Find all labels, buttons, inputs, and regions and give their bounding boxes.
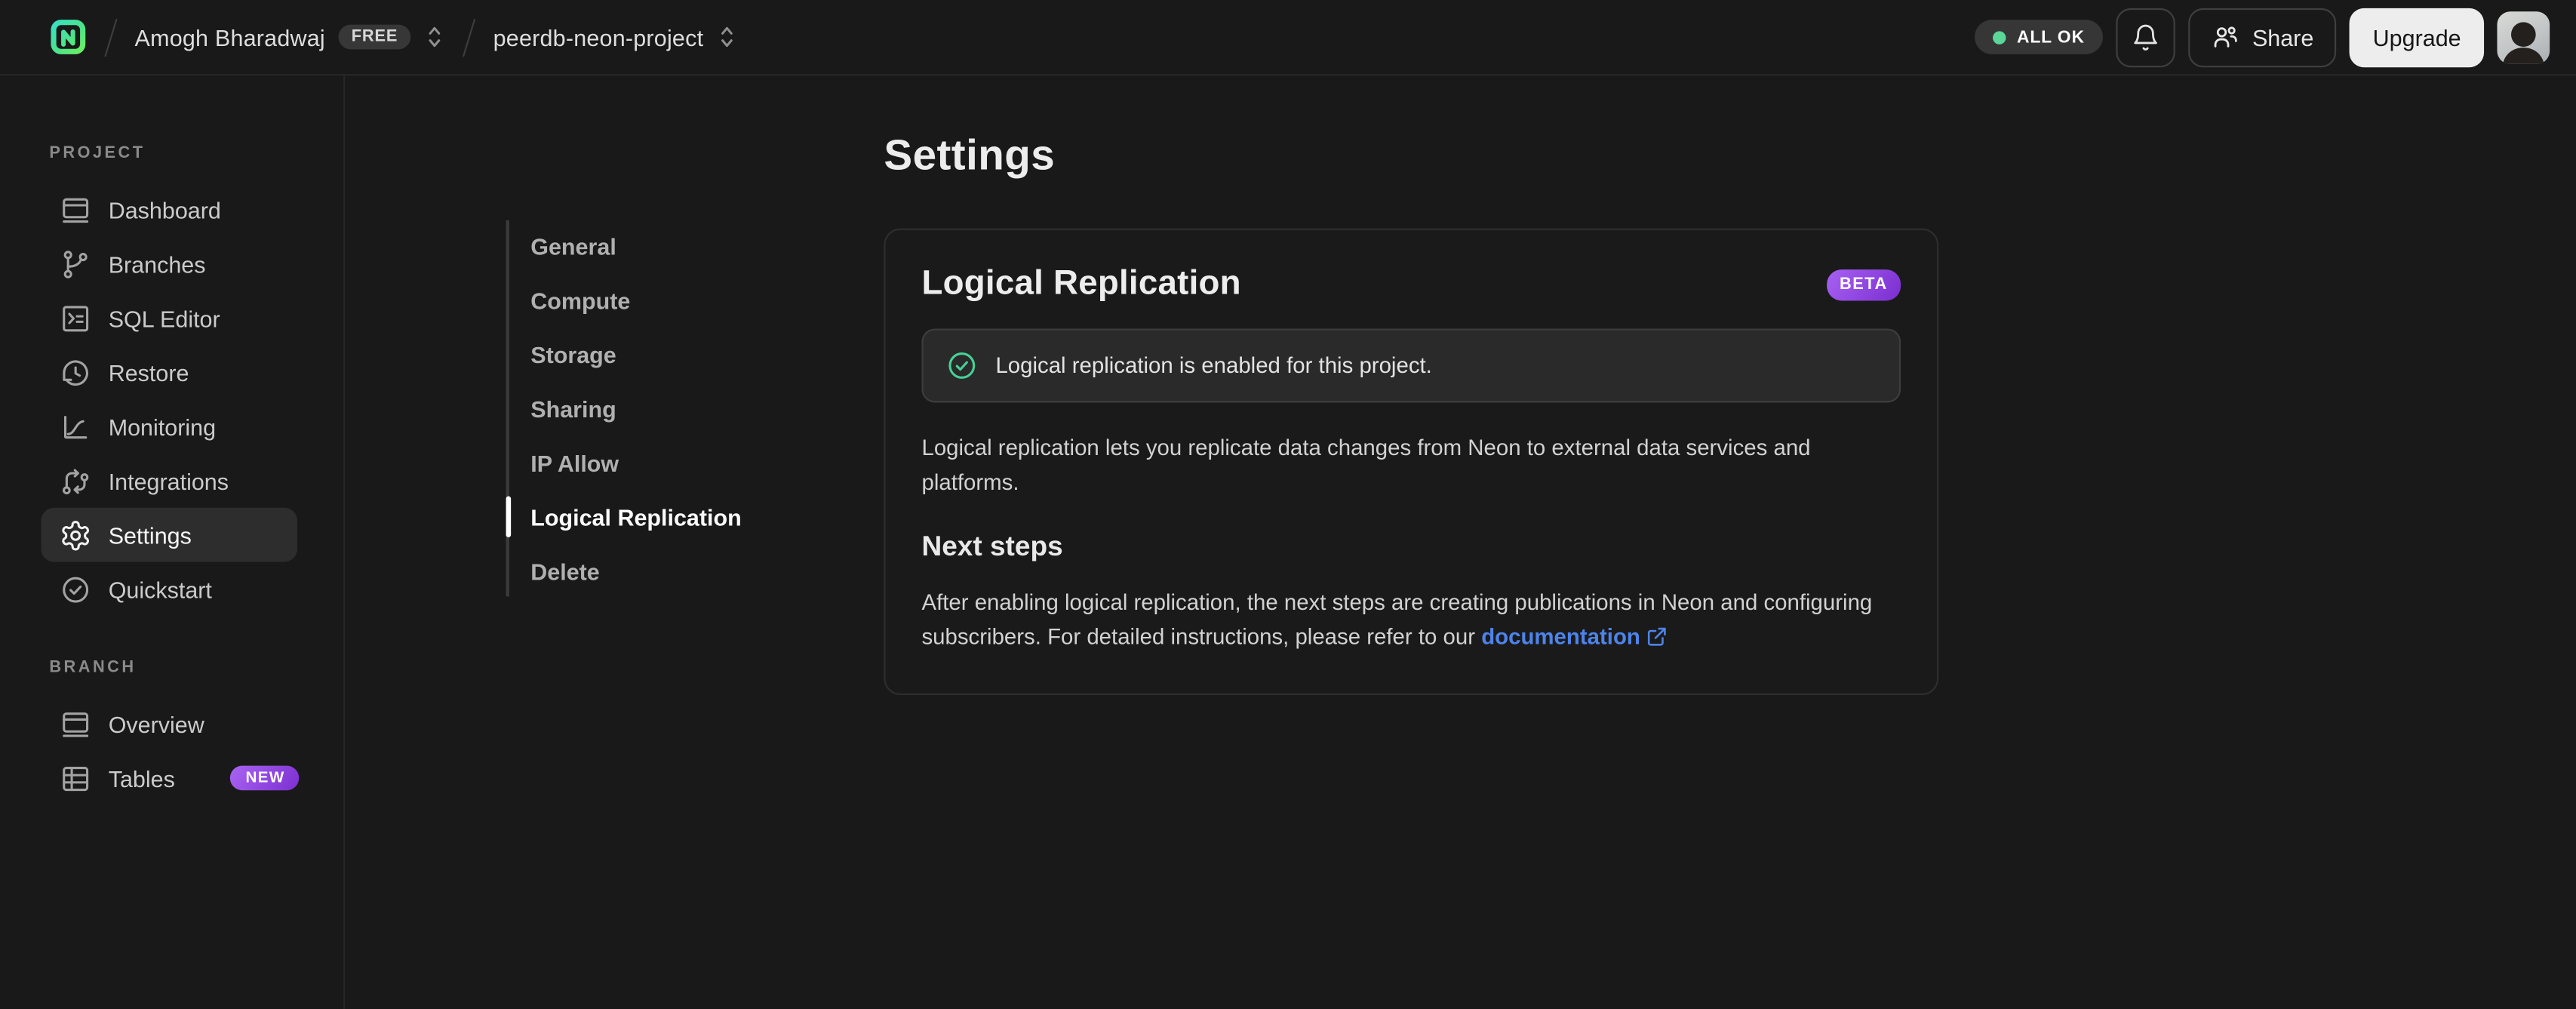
settings-tab-compute[interactable]: Compute	[506, 272, 742, 327]
sidebar-item-label: Quickstart	[108, 576, 212, 602]
next-steps-text: After enabling logical replication, the …	[921, 585, 1901, 654]
sidebar-item-restore[interactable]: Restore	[41, 345, 297, 399]
sidebar-item-quickstart[interactable]: Quickstart	[41, 562, 297, 617]
dashboard-icon	[59, 193, 92, 226]
status-label: ALL OK	[2016, 26, 2085, 48]
history-icon	[59, 355, 92, 389]
sidebar-item-sql-editor[interactable]: SQL Editor	[41, 291, 297, 345]
sidebar-section-branch: BRANCH	[49, 659, 137, 678]
sidebar-item-monitoring[interactable]: Monitoring	[41, 399, 297, 454]
check-circle-icon	[59, 573, 92, 606]
integrations-icon	[59, 464, 92, 497]
share-label: Share	[2252, 23, 2314, 51]
check-circle-icon	[946, 350, 977, 381]
breadcrumb-project[interactable]: peerdb-neon-project	[493, 23, 738, 51]
settings-tab-sharing[interactable]: Sharing	[506, 381, 742, 435]
sidebar-item-label: Overview	[108, 710, 204, 737]
page-title: Settings	[884, 130, 1056, 180]
org-name: Amogh Bharadwaj	[134, 23, 325, 51]
breadcrumb-org[interactable]: Amogh Bharadwaj FREE	[134, 23, 446, 51]
sidebar-item-overview[interactable]: Overview	[41, 697, 297, 751]
status-pill[interactable]: ALL OK	[1974, 20, 2103, 54]
avatar[interactable]	[2497, 11, 2550, 63]
sidebar-item-tables[interactable]: Tables NEW	[41, 751, 300, 805]
git-branch-icon	[59, 248, 92, 281]
documentation-link-label: documentation	[1481, 624, 1640, 650]
description-text: Logical replication lets you replicate d…	[921, 435, 1811, 495]
settings-tab-logical-replication[interactable]: Logical Replication	[505, 490, 742, 544]
sidebar-item-label: Monitoring	[108, 413, 217, 440]
sidebar-section-project: PROJECT	[49, 144, 146, 163]
settings-tab-general[interactable]: General	[506, 219, 742, 273]
enabled-alert: Logical replication is enabled for this …	[921, 328, 1901, 403]
logical-replication-card: Logical Replication BETA Logical replica…	[884, 228, 1939, 695]
main-content: Settings Logical Replication BETA Logica…	[884, 75, 2576, 1009]
sidebar: PROJECT Dashboard Branches SQL Editor Re…	[0, 75, 346, 1009]
topbar: Amogh Bharadwaj FREE peerdb-neon-project…	[0, 0, 2576, 76]
breadcrumb-separator	[104, 17, 118, 57]
documentation-link[interactable]: documentation	[1481, 624, 1668, 649]
sidebar-item-label: Tables	[108, 764, 175, 792]
status-dot-icon	[1992, 30, 2006, 44]
sidebar-item-label: Settings	[108, 521, 192, 549]
share-button[interactable]: Share	[2188, 7, 2337, 67]
sidebar-item-label: Dashboard	[108, 196, 221, 223]
table-icon	[59, 761, 92, 795]
neon-console: Amogh Bharadwaj FREE peerdb-neon-project…	[0, 0, 2576, 1009]
settings-tab-delete[interactable]: Delete	[506, 544, 742, 598]
sidebar-item-label: SQL Editor	[108, 304, 220, 331]
sidebar-item-dashboard[interactable]: Dashboard	[41, 183, 297, 237]
bell-icon	[2131, 22, 2160, 51]
settings-tab-storage[interactable]: Storage	[506, 327, 742, 381]
enabled-alert-text: Logical replication is enabled for this …	[995, 353, 1432, 378]
chevron-updown-icon[interactable]	[717, 25, 738, 50]
upgrade-button[interactable]: Upgrade	[2350, 7, 2485, 67]
external-link-icon	[1647, 626, 1668, 648]
users-icon	[2212, 23, 2239, 51]
sidebar-item-settings[interactable]: Settings	[41, 507, 298, 562]
next-steps-title: Next steps	[921, 531, 1063, 562]
sidebar-item-integrations[interactable]: Integrations	[41, 454, 297, 508]
chart-line-icon	[59, 410, 92, 443]
sidebar-item-label: Restore	[108, 358, 189, 386]
topbar-actions: ALL OK Share Upgrade	[1974, 7, 2550, 67]
beta-badge: BETA	[1826, 268, 1901, 300]
neon-logo[interactable]	[49, 18, 87, 56]
breadcrumb-separator	[463, 17, 476, 57]
sidebar-item-label: Integrations	[108, 467, 229, 494]
notifications-button[interactable]	[2116, 7, 2175, 67]
card-title: Logical Replication	[921, 264, 1241, 303]
chevron-updown-icon[interactable]	[424, 25, 445, 50]
sidebar-item-branches[interactable]: Branches	[41, 237, 297, 291]
settings-subnav: General Compute Storage Sharing IP Allow…	[505, 219, 742, 598]
project-name: peerdb-neon-project	[493, 23, 704, 51]
org-plan-badge: FREE	[338, 24, 411, 50]
gear-icon	[59, 518, 92, 552]
settings-tab-ip-allow[interactable]: IP Allow	[506, 435, 742, 490]
card-header: Logical Replication BETA	[921, 265, 1901, 304]
sidebar-item-label: Branches	[108, 251, 206, 277]
terminal-square-icon	[59, 302, 92, 335]
window-icon	[59, 707, 92, 740]
new-badge: NEW	[230, 766, 300, 790]
next-steps-text-body: After enabling logical replication, the …	[921, 589, 1873, 650]
